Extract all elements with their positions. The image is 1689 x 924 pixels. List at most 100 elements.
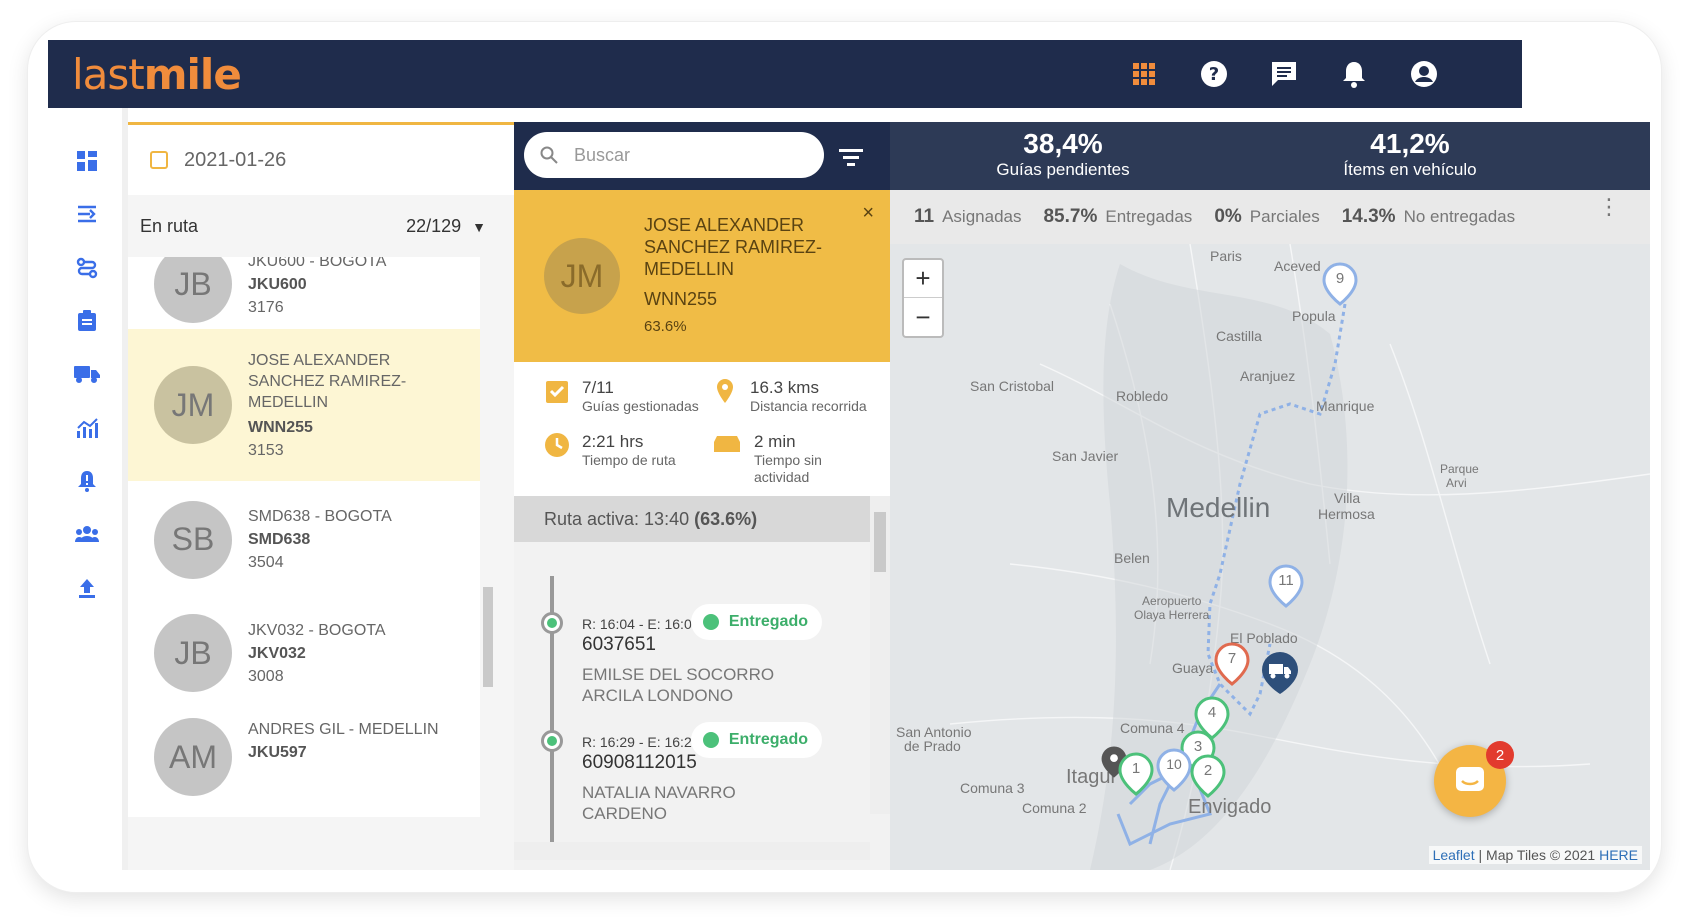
- driver-header: JM JOSE ALEXANDER SANCHEZ RAMIREZ- MEDEL…: [514, 190, 890, 362]
- count-delivered: 85.7%: [1043, 206, 1098, 227]
- route-list-panel: 2021-01-26 En ruta 22/129 ▼ JB JKU600 - …: [128, 122, 514, 870]
- planning-icon[interactable]: [72, 253, 102, 283]
- item-title: JKV032 - BOGOTA: [248, 621, 386, 639]
- list-hscrollbar[interactable]: [128, 819, 480, 835]
- list-item-selected[interactable]: JM JOSE ALEXANDER SANCHEZ RAMIREZ- MEDELLI…: [128, 329, 480, 481]
- map-label: San Javier: [1052, 448, 1119, 464]
- list-item[interactable]: SB SMD638 - BOGOTA SMD638 3504: [128, 481, 480, 598]
- scroll-thumb[interactable]: [483, 587, 493, 687]
- delivery-counts: 11 Asignadas 85.7% Entregadas 0% Parciales …: [890, 190, 1650, 244]
- active-route-bar[interactable]: Ruta activa: 13:40 (63.6%): [514, 496, 870, 542]
- orders-icon[interactable]: [72, 306, 102, 336]
- list-item[interactable]: JB JKU600 - BOGOTA JKU600 3176: [128, 257, 480, 329]
- count-label: No entregadas: [1403, 207, 1516, 226]
- list-item[interactable]: JB JKV032 - BOGOTA JKV032 3008: [128, 598, 480, 708]
- date-picker[interactable]: 2021-01-26: [128, 125, 514, 195]
- route-stats: 7/11 Guías gestionadas 16.3 kms Distancia …: [514, 362, 890, 496]
- timeline-dot: [541, 730, 563, 752]
- search-icon: [540, 146, 558, 164]
- map-label: Manrique: [1316, 398, 1375, 414]
- chat-icon[interactable]: [1266, 56, 1302, 92]
- map-marker[interactable]: 7: [1214, 642, 1250, 691]
- time-label: Tiempo de ruta: [582, 452, 676, 468]
- distance-value: 16.3 kms: [750, 378, 819, 397]
- status-dot: [702, 614, 719, 630]
- close-icon[interactable]: ×: [862, 202, 874, 225]
- logo-light: last: [72, 50, 145, 99]
- zoom-control: + −: [902, 258, 944, 338]
- marker-label: 2: [1203, 762, 1213, 779]
- truck-icon[interactable]: [72, 359, 102, 389]
- top-header: lastmile ?: [48, 40, 1522, 108]
- zoom-out-button[interactable]: −: [904, 298, 942, 336]
- avatar: JB: [154, 614, 232, 692]
- here-link[interactable]: HERE: [1599, 847, 1638, 863]
- truck-marker[interactable]: [1260, 650, 1300, 701]
- more-vert-icon[interactable]: ⋮: [1598, 196, 1620, 218]
- status-text: Entregado: [728, 613, 808, 630]
- chevron-down-icon: ▼: [472, 218, 486, 235]
- help-icon[interactable]: ?: [1196, 56, 1232, 92]
- map-marker[interactable]: 10: [1156, 748, 1192, 797]
- account-icon[interactable]: [1406, 56, 1442, 92]
- item-plate: SMD638: [248, 531, 311, 548]
- team-icon[interactable]: [72, 519, 102, 549]
- map-label: Paris: [1210, 248, 1242, 264]
- header-corner: [1522, 40, 1650, 108]
- leaflet-link[interactable]: Leaflet: [1433, 847, 1475, 863]
- item-title: SMD638 - BOGOTA: [248, 508, 392, 525]
- bell-icon[interactable]: [1336, 56, 1372, 92]
- item-number: 3153: [248, 441, 284, 459]
- map-marker[interactable]: 9: [1322, 262, 1358, 311]
- upload-icon[interactable]: [72, 573, 102, 603]
- search-input[interactable]: Buscar: [524, 132, 824, 178]
- timeline-scrollbar[interactable]: [870, 496, 890, 814]
- map-label: Arvi: [1446, 476, 1467, 490]
- zoom-in-button[interactable]: +: [904, 260, 942, 298]
- count-assigned: 11: [914, 206, 935, 227]
- entry-client: CARDENO: [582, 804, 668, 823]
- active-route-pct: (63.6%): [694, 508, 758, 529]
- count-value: 22/129: [406, 215, 462, 236]
- calendar-icon: [150, 151, 168, 169]
- analytics-icon[interactable]: [72, 413, 102, 443]
- map-label: Comuna 3: [960, 780, 1025, 796]
- timeline-hscrollbar[interactable]: [514, 842, 870, 860]
- map-marker[interactable]: 11: [1268, 564, 1304, 613]
- search-bar: Buscar: [514, 122, 890, 190]
- status-filter[interactable]: En ruta 22/129 ▼: [128, 195, 514, 257]
- alerts-icon[interactable]: [72, 466, 102, 496]
- scroll-thumb[interactable]: [874, 512, 886, 572]
- routes-icon[interactable]: [72, 199, 102, 229]
- clock-icon: [545, 433, 569, 457]
- list-scrollbar[interactable]: [480, 257, 496, 817]
- driver-name-line: JOSE ALEXANDER: [644, 215, 805, 235]
- app: lastmile ? 2021-01-26 En ruta 22/129 ▼ J…: [48, 40, 1650, 870]
- map-label: Olaya Herrera: [1134, 608, 1210, 622]
- driver-name-line: SANCHEZ RAMIREZ-: [644, 237, 823, 257]
- map-label: San Cristobal: [970, 378, 1055, 394]
- apps-grid-icon[interactable]: [1126, 56, 1162, 92]
- marker-label: 9: [1335, 270, 1345, 287]
- map-label-city: Medellin: [1166, 492, 1271, 523]
- status-badge: Entregado: [690, 604, 822, 640]
- avatar: JM: [154, 366, 232, 444]
- map-label: Comuna 4: [1120, 720, 1185, 736]
- dashboard-icon[interactable]: [72, 146, 102, 176]
- status-dot: [702, 732, 719, 748]
- time-value: 2:21 hrs: [582, 432, 644, 451]
- item-title: JKU600 - BOGOTA: [248, 257, 387, 270]
- map-marker[interactable]: 2: [1190, 754, 1226, 803]
- route-count[interactable]: 22/129 ▼: [406, 216, 486, 237]
- route-map[interactable]: + − Paris Aceved Popula Castilla Aranjue…: [890, 244, 1650, 870]
- attribution-text: | Map Tiles © 2021: [1474, 847, 1600, 863]
- map-label: Comuna 2: [1022, 800, 1087, 816]
- list-item[interactable]: AM ANDRES GIL - MEDELLIN JKU597: [128, 708, 480, 817]
- map-marker[interactable]: 1: [1118, 752, 1154, 801]
- item-title-line: MEDELLIN: [248, 393, 329, 411]
- lastmile-logo[interactable]: lastmile: [72, 50, 242, 99]
- marker-label: 11: [1278, 572, 1294, 589]
- date-value: 2021-01-26: [184, 148, 287, 171]
- checklist-icon: [546, 381, 568, 403]
- filter-icon[interactable]: [836, 142, 866, 172]
